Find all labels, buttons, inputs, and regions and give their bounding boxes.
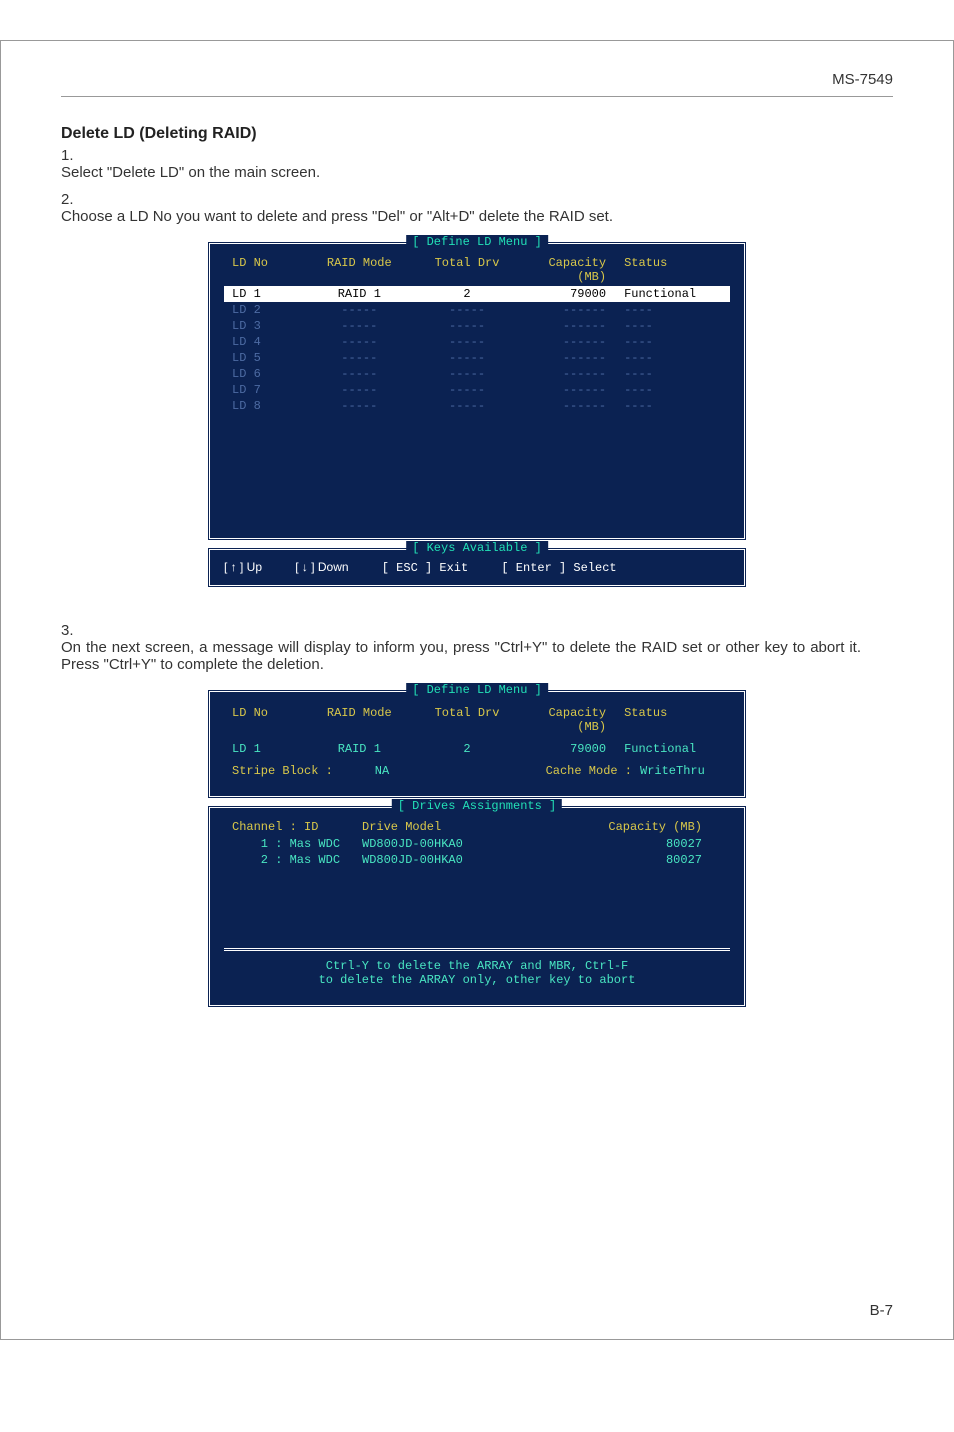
bios-screenshot-2: [ Define LD Menu ] LD No RAID Mode Total…	[61, 689, 893, 1008]
stripe-label: Stripe Block :	[232, 764, 342, 778]
drive-row: 2 : Mas WDCWD800JD-00HKA080027	[224, 852, 730, 868]
key-down: [ ↓ ] Down	[295, 560, 348, 574]
table-row[interactable]: LD 8--------------------	[224, 398, 730, 414]
table-row[interactable]: LD 6--------------------	[224, 366, 730, 382]
step-2-text: Choose a LD No you want to delete and pr…	[61, 208, 861, 225]
col-mode: RAID Mode	[301, 256, 419, 284]
panel-title-2: [ Define LD Menu ]	[406, 683, 548, 697]
msg-line-1: Ctrl-Y to delete the ARRAY and MBR, Ctrl…	[224, 959, 730, 973]
h-drv: Total Drv	[418, 706, 516, 734]
drives-header: Channel : ID Drive Model Capacity (MB)	[224, 818, 730, 836]
table-row-selected[interactable]: LD 1 RAID 1 2 79000 Functional	[224, 286, 730, 302]
col-stat: Status	[624, 256, 722, 284]
key-esc: [ ESC ] Exit	[382, 561, 468, 575]
define-ld-menu-panel-2: [ Define LD Menu ] LD No RAID Mode Total…	[207, 689, 747, 799]
v-drv: 2	[418, 742, 516, 756]
step-2-num: 2.	[61, 191, 89, 208]
cache-label: Cache Mode :	[522, 764, 632, 778]
panel-title: [ Define LD Menu ]	[406, 235, 548, 249]
cell: RAID 1	[301, 287, 419, 301]
stripe-cache-row: Stripe Block : NA Cache Mode : WriteThru	[224, 760, 730, 782]
section-title: Delete LD (Deleting RAID)	[61, 125, 893, 143]
step-1-text: Select "Delete LD" on the main screen.	[61, 164, 861, 181]
stripe-value: NA	[342, 764, 422, 778]
v-ldno: LD 1	[232, 742, 301, 756]
confirm-msg: Ctrl-Y to delete the ARRAY and MBR, Ctrl…	[224, 948, 730, 991]
key-up: [ ↑ ] Up	[224, 560, 262, 574]
step-3-text: On the next screen, a message will displ…	[61, 639, 861, 673]
spacer	[224, 868, 730, 918]
h-ldno: LD No	[232, 706, 301, 734]
v-cap: 79000	[516, 742, 624, 756]
table-row[interactable]: LD 5--------------------	[224, 350, 730, 366]
page-frame: MS-7549 Delete LD (Deleting RAID) 1. Sel…	[0, 40, 954, 1340]
step-3: 3. On the next screen, a message will di…	[61, 622, 893, 673]
page-number: B-7	[870, 1302, 893, 1319]
step-1: 1. Select "Delete LD" on the main screen…	[61, 147, 893, 181]
h-stat: Status	[624, 706, 722, 734]
table-rows-empty: LD 2--------------------LD 3------------…	[224, 302, 730, 414]
v-stat: Functional	[624, 742, 722, 756]
cell: 2	[418, 287, 516, 301]
table-row[interactable]: LD 3--------------------	[224, 318, 730, 334]
drives-title: [ Drives Assignments ]	[392, 799, 562, 813]
table-row[interactable]: LD 7--------------------	[224, 382, 730, 398]
cell: Functional	[624, 287, 722, 301]
dh-ch: Channel : ID	[232, 820, 362, 834]
drive-row: 1 : Mas WDCWD800JD-00HKA080027	[224, 836, 730, 852]
keys-title: [ Keys Available ]	[406, 541, 548, 555]
spacer	[224, 414, 730, 524]
cell: LD 1	[232, 287, 301, 301]
step-1-num: 1.	[61, 147, 89, 164]
table-row[interactable]: LD 4--------------------	[224, 334, 730, 350]
header-row: LD No RAID Mode Total Drv Capacity (MB) …	[224, 702, 730, 738]
table-header: LD No RAID Mode Total Drv Capacity (MB) …	[224, 254, 730, 286]
cell: 79000	[516, 287, 624, 301]
msg-line-2: to delete the ARRAY only, other key to a…	[224, 973, 730, 987]
drive-rows: 1 : Mas WDCWD800JD-00HKA080027 2 : Mas W…	[224, 836, 730, 868]
bios-2: [ Define LD Menu ] LD No RAID Mode Total…	[207, 689, 747, 1008]
dh-cap: Capacity (MB)	[562, 820, 702, 834]
bios-1: [ Define LD Menu ] LD No RAID Mode Total…	[207, 241, 747, 588]
table-row[interactable]: LD 2--------------------	[224, 302, 730, 318]
step-2: 2. Choose a LD No you want to delete and…	[61, 191, 893, 225]
keys-available-bar: [ Keys Available ] [ ↑ ] Up [ ↓ ] Down […	[207, 547, 747, 588]
page-header: MS-7549	[61, 71, 893, 97]
drives-assignments-panel: [ Drives Assignments ] Channel : ID Driv…	[207, 805, 747, 1008]
data-row: LD 1 RAID 1 2 79000 Functional	[224, 738, 730, 760]
define-ld-menu-panel: [ Define LD Menu ] LD No RAID Mode Total…	[207, 241, 747, 541]
bios-screenshot-1: [ Define LD Menu ] LD No RAID Mode Total…	[61, 241, 893, 588]
col-drv: Total Drv	[418, 256, 516, 284]
col-cap: Capacity (MB)	[516, 256, 624, 284]
col-ldno: LD No	[232, 256, 301, 284]
h-mode: RAID Mode	[301, 706, 419, 734]
keys-list: [ ↑ ] Up [ ↓ ] Down [ ESC ] Exit [ Enter…	[224, 560, 730, 575]
step-3-num: 3.	[61, 622, 89, 639]
model-label: MS-7549	[832, 71, 893, 88]
dh-model: Drive Model	[362, 820, 562, 834]
key-enter: [ Enter ] Select	[501, 561, 616, 575]
h-cap: Capacity (MB)	[516, 706, 624, 734]
cache-value: WriteThru	[632, 764, 722, 778]
v-mode: RAID 1	[301, 742, 419, 756]
